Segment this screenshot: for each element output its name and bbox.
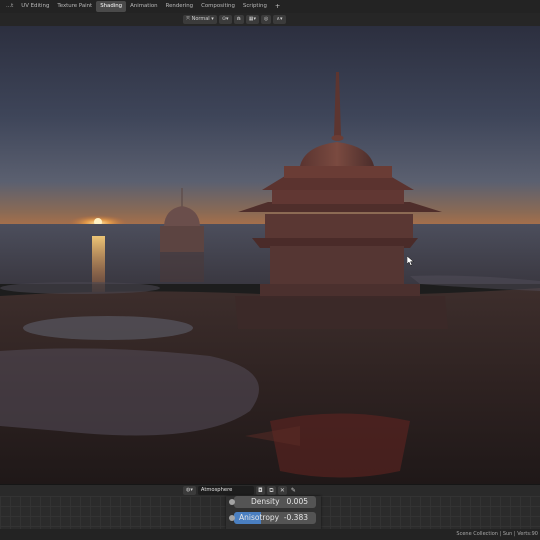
3d-viewport[interactable] xyxy=(0,26,540,484)
pin-button[interactable]: ✎ xyxy=(289,486,298,495)
world-name-field[interactable]: Atmosphere xyxy=(197,486,254,495)
mouse-cursor-icon xyxy=(407,256,414,266)
unlink-world-button[interactable]: ✕ xyxy=(277,486,287,495)
density-label: Density xyxy=(251,497,280,506)
pivot-point-icon: ⊙▾ xyxy=(221,16,229,22)
falloff-curve-icon: ∧▾ xyxy=(276,16,283,22)
duplicate-world-button[interactable]: ⧉ xyxy=(266,486,276,495)
anisotropy-value: -0.383 xyxy=(283,513,308,522)
copy-icon: ⧉ xyxy=(269,487,274,494)
world-icon: ◍▾ xyxy=(186,487,193,493)
tab-shading[interactable]: Shading xyxy=(96,1,127,12)
chevron-down-icon: ▾ xyxy=(211,16,214,22)
node-editor-header: ◍▾ Atmosphere ◘ ⧉ ✕ ✎ xyxy=(0,484,540,496)
tab-compositing[interactable]: Compositing xyxy=(197,1,239,12)
tab-texture-paint[interactable]: Texture Paint xyxy=(53,1,96,12)
pin-icon: ✎ xyxy=(290,487,296,494)
tab-animation[interactable]: Animation xyxy=(126,1,161,12)
snap-target-icon: ▦▾ xyxy=(248,16,256,22)
status-bar: Scene Collection | Sun | Verts:90 xyxy=(0,529,540,540)
world-type-dropdown[interactable]: ◍▾ xyxy=(183,486,196,495)
workspace-tab-bar: ...t UV Editing Texture Paint Shading An… xyxy=(0,0,540,13)
density-socket[interactable] xyxy=(229,499,235,505)
density-field[interactable]: Density 0.005 xyxy=(229,496,316,508)
proportional-editing-toggle[interactable]: ◎ xyxy=(260,15,272,24)
tab-rendering[interactable]: Rendering xyxy=(162,1,198,12)
tab-scripting[interactable]: Scripting xyxy=(239,1,271,12)
snap-magnet-icon: ⋒ xyxy=(236,16,241,22)
rendered-scene xyxy=(0,26,540,484)
viewport-header: ⤧ Normal ▾ ⊙▾ ⋒ ▦▾ ◎ ∧▾ xyxy=(0,13,540,26)
tab-uv-editing[interactable]: UV Editing xyxy=(17,1,53,12)
anisotropy-label: Anisotropy xyxy=(239,513,280,522)
node-editor-canvas[interactable]: Density 0.005 Anisotropy -0.383 xyxy=(0,496,540,529)
density-value: 0.005 xyxy=(286,497,308,506)
status-text: Scene Collection | Sun | Verts:90 xyxy=(456,531,538,537)
fake-user-toggle[interactable]: ◘ xyxy=(255,486,265,495)
add-workspace-button[interactable]: + xyxy=(271,1,284,12)
snap-toggle[interactable]: ⋒ xyxy=(233,15,244,24)
anisotropy-socket[interactable] xyxy=(229,515,235,521)
volume-node[interactable]: Density 0.005 Anisotropy -0.383 xyxy=(226,496,321,529)
proportional-falloff-dropdown[interactable]: ∧▾ xyxy=(273,15,286,24)
snap-target-dropdown[interactable]: ▦▾ xyxy=(245,15,259,24)
pivot-point-dropdown[interactable]: ⊙▾ xyxy=(218,15,232,24)
anisotropy-field[interactable]: Anisotropy -0.383 xyxy=(229,512,316,524)
shield-icon: ◘ xyxy=(258,487,263,494)
close-icon: ✕ xyxy=(279,487,285,494)
transform-orientation-dropdown[interactable]: ⤧ Normal ▾ xyxy=(183,15,217,24)
proportional-editing-icon: ◎ xyxy=(263,16,269,22)
transform-orientation-value: Normal xyxy=(191,16,210,22)
tab-layout[interactable]: ...t xyxy=(2,1,17,12)
transform-orientation-icon: ⤧ xyxy=(186,16,191,22)
